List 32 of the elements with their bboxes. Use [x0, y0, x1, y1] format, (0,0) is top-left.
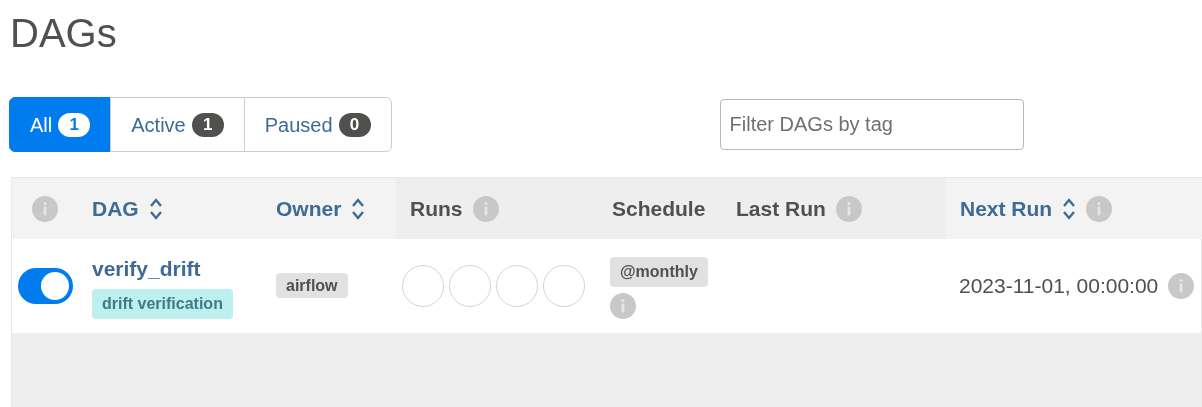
filter-tab[interactable]: Paused 0: [243, 97, 392, 152]
column-header[interactable]: Next Run: [946, 178, 1202, 239]
column-label: Last Run: [736, 195, 826, 222]
column-label: Schedule: [612, 195, 706, 222]
info-icon[interactable]: [1086, 195, 1113, 222]
page-title: DAGs: [9, 10, 118, 57]
sort-icon[interactable]: [351, 196, 366, 221]
filter-tab[interactable]: All 1: [9, 97, 112, 152]
toggle-switch[interactable]: [17, 268, 73, 304]
column-label: Runs: [410, 195, 463, 222]
count-badge: 0: [338, 112, 371, 137]
info-icon[interactable]: [1168, 273, 1195, 299]
count-badge: 1: [58, 112, 91, 137]
owner-tag[interactable]: airflow: [276, 273, 348, 298]
dag-tag[interactable]: drift verification: [92, 288, 233, 319]
column-header[interactable]: DAG: [78, 178, 262, 239]
column-header[interactable]: Owner: [262, 178, 396, 239]
column-label: Next Run: [960, 195, 1053, 222]
schedule-tag[interactable]: @monthly: [610, 257, 708, 287]
tag-filter-field[interactable]: Filter DAGs by tag: [719, 99, 1024, 150]
next-run-time: 2023-11-01, 00:00:00: [959, 273, 1159, 300]
dag-link[interactable]: verify_drift: [92, 253, 201, 285]
count-badge: 1: [191, 112, 224, 137]
sort-icon[interactable]: [148, 196, 163, 221]
filter-tab[interactable]: Active 1: [110, 97, 245, 152]
info-icon[interactable]: [835, 195, 862, 222]
info-icon[interactable]: [472, 195, 499, 222]
column-label: Owner: [276, 195, 342, 222]
sort-icon[interactable]: [1062, 196, 1077, 221]
info-icon[interactable]: [610, 293, 636, 319]
info-icon[interactable]: [32, 195, 58, 222]
column-label: DAG: [92, 195, 139, 222]
